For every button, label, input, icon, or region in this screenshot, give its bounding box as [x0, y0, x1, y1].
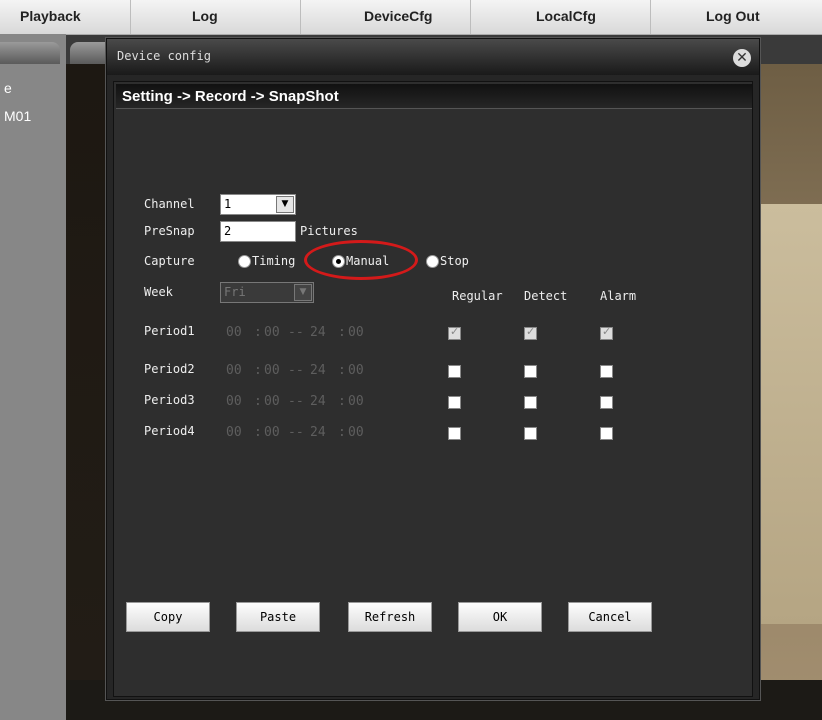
time-dash: -- — [288, 394, 304, 409]
presnap-label: PreSnap — [144, 224, 195, 238]
presnap-value: 2 — [224, 224, 232, 238]
nav-divider — [470, 0, 471, 34]
time-separator: : — [338, 425, 346, 440]
period-detect-checkbox[interactable] — [524, 427, 537, 440]
time-separator: : — [338, 363, 346, 378]
period-alarm-checkbox[interactable] — [600, 365, 613, 378]
time-dash: -- — [288, 325, 304, 340]
nav-divider — [300, 0, 301, 34]
presnap-unit: Pictures — [300, 224, 358, 238]
presnap-input[interactable]: 2 — [220, 221, 296, 242]
nav-log[interactable]: Log — [192, 8, 218, 24]
time-dash: -- — [288, 425, 304, 440]
time-separator: : — [254, 394, 262, 409]
period-start-hour[interactable]: 00 — [226, 325, 242, 340]
period-alarm-checkbox[interactable] — [600, 396, 613, 409]
period-end-minute[interactable]: 00 — [348, 363, 364, 378]
period-alarm-checkbox[interactable] — [600, 325, 613, 340]
period-start-minute[interactable]: 00 — [264, 425, 280, 440]
breadcrumb: Setting -> Record -> SnapShot — [116, 84, 752, 109]
channel-label: Channel — [144, 197, 195, 211]
time-separator: : — [338, 325, 346, 340]
nav-playback[interactable]: Playback — [20, 8, 81, 24]
video-tab — [70, 42, 106, 64]
nav-devicecfg[interactable]: DeviceCfg — [364, 8, 432, 24]
week-label: Week — [144, 285, 173, 299]
period-label: Period3 — [144, 393, 195, 407]
device-list-item[interactable]: M01 — [4, 108, 31, 124]
period-regular-checkbox[interactable] — [448, 427, 461, 440]
period-regular-checkbox[interactable] — [448, 365, 461, 378]
period-end-hour[interactable]: 24 — [310, 325, 326, 340]
top-nav: Playback Log DeviceCfg LocalCfg Log Out — [0, 0, 822, 35]
column-regular: Regular — [452, 289, 503, 303]
time-separator: : — [338, 394, 346, 409]
capture-label: Capture — [144, 254, 195, 268]
period-detect-checkbox[interactable] — [524, 325, 537, 340]
ok-button[interactable]: OK — [458, 602, 542, 632]
capture-stop-radio[interactable] — [426, 255, 439, 268]
nav-localcfg[interactable]: LocalCfg — [536, 8, 596, 24]
dialog-titlebar: Device config ✕ — [107, 39, 759, 75]
period-end-hour[interactable]: 24 — [310, 394, 326, 409]
period-start-hour[interactable]: 00 — [226, 425, 242, 440]
time-separator: : — [254, 325, 262, 340]
left-panel-header — [0, 42, 60, 64]
period-regular-checkbox[interactable] — [448, 396, 461, 409]
period-start-minute[interactable]: 00 — [264, 363, 280, 378]
capture-timing-radio[interactable] — [238, 255, 251, 268]
period-start-minute[interactable]: 00 — [264, 325, 280, 340]
period-start-hour[interactable]: 00 — [226, 394, 242, 409]
time-separator: : — [254, 425, 262, 440]
period-regular-checkbox[interactable] — [448, 325, 461, 340]
highlight-ellipse — [304, 240, 418, 280]
capture-stop-label: Stop — [440, 254, 469, 268]
period-end-minute[interactable]: 00 — [348, 325, 364, 340]
nav-divider — [130, 0, 131, 34]
time-separator: : — [254, 363, 262, 378]
nav-logout[interactable]: Log Out — [706, 8, 760, 24]
period-label: Period1 — [144, 324, 195, 338]
dialog-title: Device config — [117, 49, 211, 63]
period-end-hour[interactable]: 24 — [310, 425, 326, 440]
device-config-dialog: Device config ✕ Setting -> Record -> Sna… — [106, 38, 760, 700]
nav-divider — [650, 0, 651, 34]
period-start-hour[interactable]: 00 — [226, 363, 242, 378]
period-label: Period4 — [144, 424, 195, 438]
copy-button[interactable]: Copy — [126, 602, 210, 632]
refresh-button[interactable]: Refresh — [348, 602, 432, 632]
device-list-item[interactable]: e — [4, 80, 12, 96]
week-select[interactable]: Fri ▼ — [220, 282, 314, 303]
left-panel: e M01 — [0, 34, 66, 720]
period-detect-checkbox[interactable] — [524, 365, 537, 378]
period-detect-checkbox[interactable] — [524, 396, 537, 409]
column-detect: Detect — [524, 289, 568, 303]
dialog-content: Setting -> Record -> SnapShot Channel 1 … — [113, 81, 753, 697]
close-icon[interactable]: ✕ — [733, 49, 751, 67]
breadcrumb-text: Setting -> Record -> SnapShot — [122, 88, 339, 105]
period-label: Period2 — [144, 362, 195, 376]
time-dash: -- — [288, 363, 304, 378]
chevron-down-icon: ▼ — [294, 284, 312, 301]
channel-select[interactable]: 1 ▼ — [220, 194, 296, 215]
period-start-minute[interactable]: 00 — [264, 394, 280, 409]
chevron-down-icon: ▼ — [276, 196, 294, 213]
capture-timing-label: Timing — [252, 254, 296, 268]
week-value: Fri — [224, 285, 246, 299]
paste-button[interactable]: Paste — [236, 602, 320, 632]
video-shelf — [752, 204, 822, 624]
cancel-button[interactable]: Cancel — [568, 602, 652, 632]
period-end-minute[interactable]: 00 — [348, 425, 364, 440]
period-end-minute[interactable]: 00 — [348, 394, 364, 409]
period-alarm-checkbox[interactable] — [600, 427, 613, 440]
period-end-hour[interactable]: 24 — [310, 363, 326, 378]
column-alarm: Alarm — [600, 289, 637, 303]
channel-value: 1 — [224, 197, 232, 211]
